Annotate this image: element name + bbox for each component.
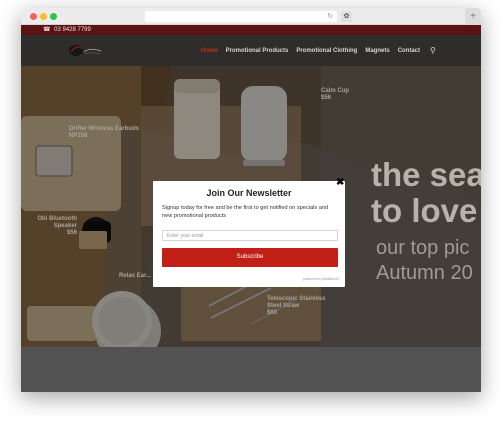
top-info-bar: ☎ 03 9428 7799	[21, 25, 481, 35]
close-icon[interactable]: ✖	[336, 177, 344, 188]
phone-icon: ☎	[43, 27, 51, 33]
product-price: $60	[267, 310, 278, 316]
search-icon[interactable]: ⚲	[430, 46, 436, 55]
product-name: Telescopic Stainless Steel Straw	[267, 296, 326, 309]
hero-title-line-1: the sea	[371, 156, 481, 193]
nav-promotional-clothing[interactable]: Promotional Clothing	[296, 48, 357, 54]
new-tab-button[interactable]: +	[465, 8, 481, 25]
phone-number-text: 03 9428 7799	[54, 27, 91, 33]
newsletter-title: Join Our Newsletter	[206, 188, 292, 198]
reload-icon[interactable]: ↻	[327, 12, 333, 20]
site-logo[interactable]	[67, 43, 103, 58]
product-name: Drifter Wireless Earbuds	[69, 126, 139, 132]
product-name: Obi Bluetooth Speaker	[37, 216, 77, 229]
product-label-calm-cup[interactable]: Calm Cup $56	[321, 88, 381, 102]
main-navigation: Home Promotional Products Promotional Cl…	[201, 46, 436, 55]
page-footer-band	[21, 347, 481, 392]
nav-home[interactable]: Home	[201, 48, 218, 54]
hero-subtitle-line-1: our top pic	[376, 237, 470, 259]
extension-icon[interactable]: ✿	[341, 11, 352, 22]
minimize-window-button[interactable]	[40, 13, 47, 20]
hero-subtitle-line-2: Autumn 20	[376, 262, 473, 284]
product-label-earbuds[interactable]: Drifter Wireless Earbuds NP158	[69, 126, 144, 140]
product-label-straw[interactable]: Telescopic Stainless Steel Straw $60	[267, 296, 327, 317]
subscribe-button[interactable]: Subscribe	[162, 248, 338, 267]
newsletter-description: Signup today for free and be the first t…	[162, 205, 329, 219]
product-price: $56	[321, 95, 332, 101]
product-price: $56	[66, 230, 77, 236]
zoom-window-button[interactable]	[50, 13, 57, 20]
email-field[interactable]: Enter your email	[162, 230, 338, 241]
product-name: Calm Cup	[321, 88, 350, 94]
nav-promotional-products[interactable]: Promotional Products	[226, 48, 289, 54]
newsletter-popup: Join Our Newsletter Signup today for fre…	[153, 181, 345, 287]
product-price: NP158	[69, 133, 88, 139]
browser-chrome: ↻ ✿ +	[21, 8, 481, 25]
phone-number[interactable]: ☎ 03 9428 7799	[43, 26, 91, 33]
site-header: Home Promotional Products Promotional Cl…	[21, 35, 481, 66]
address-bar[interactable]: ↻	[145, 11, 337, 22]
nav-magnets[interactable]: Magnets	[365, 48, 389, 54]
hero-title-line-2: to love	[371, 192, 478, 229]
powered-by-text[interactable]: powered by MailMunch	[303, 277, 339, 281]
product-label-speaker[interactable]: Obi Bluetooth Speaker $56	[25, 216, 77, 237]
close-window-button[interactable]	[30, 13, 37, 20]
nav-contact[interactable]: Contact	[398, 48, 420, 54]
